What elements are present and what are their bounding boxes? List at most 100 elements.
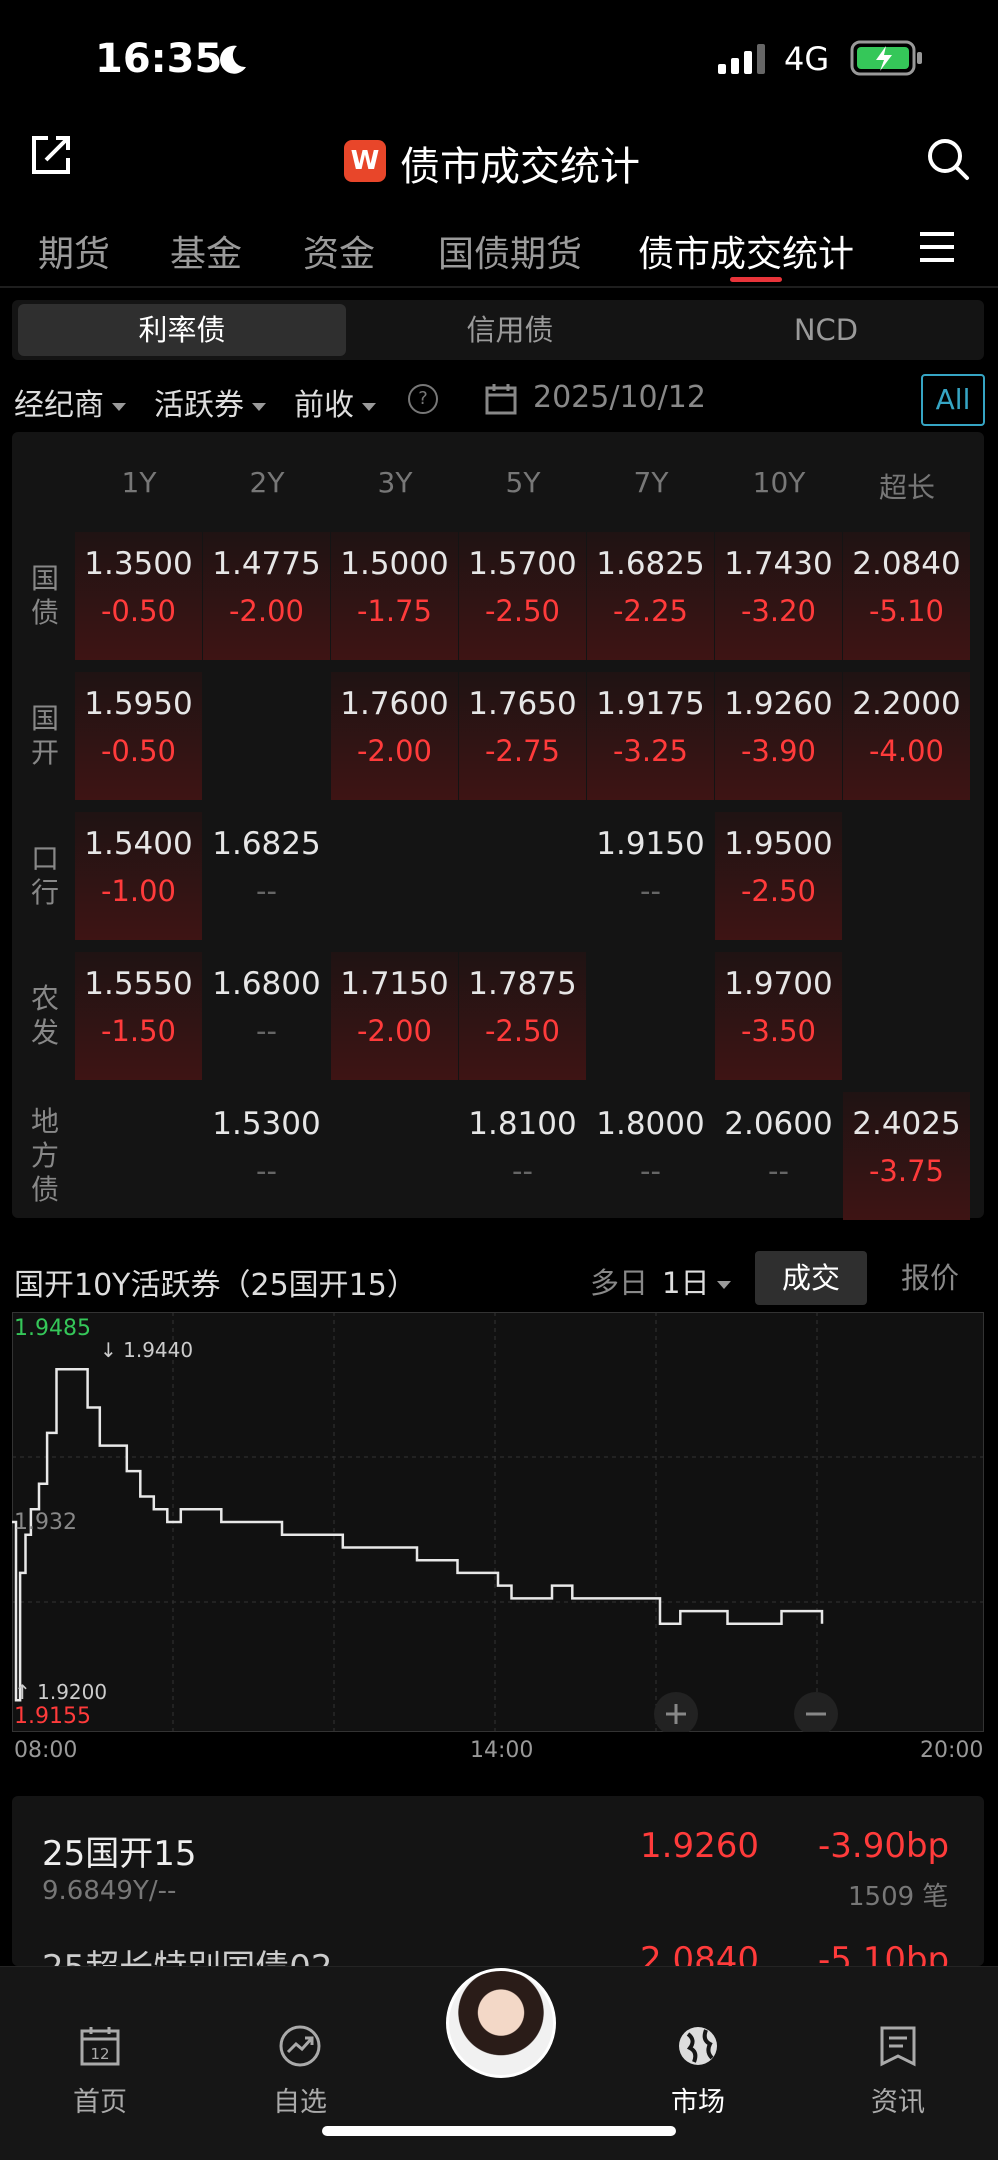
deal-toggle[interactable]: 成交 <box>755 1251 867 1305</box>
share-icon[interactable] <box>30 132 74 176</box>
yield-cell <box>331 812 458 940</box>
active-tab-indicator <box>730 277 782 282</box>
intraday-chart[interactable] <box>12 1312 984 1732</box>
yield-cell[interactable]: 1.5400 -1.00 <box>75 812 202 940</box>
tab-futures[interactable]: 期货 <box>38 225 110 277</box>
active-bond-dropdown[interactable]: 活跃券 <box>154 380 266 424</box>
yield-value: 1.9700 <box>724 966 833 1002</box>
yield-change: -5.10 <box>868 594 945 628</box>
yield-cell[interactable]: 1.7430 -3.20 <box>715 532 842 660</box>
column-header: 5Y <box>505 466 541 499</box>
search-icon[interactable] <box>925 136 971 182</box>
yield-cell <box>587 952 714 1080</box>
yield-cell[interactable]: 1.5300 -- <box>203 1092 330 1220</box>
yield-cell[interactable]: 1.7600 -2.00 <box>331 672 458 800</box>
y-mid-label: 1.932 <box>14 1510 77 1535</box>
yield-cell[interactable]: 1.6800 -- <box>203 952 330 1080</box>
yield-cell[interactable]: 2.2000 -4.00 <box>843 672 970 800</box>
yield-cell[interactable]: 1.8100 -- <box>459 1092 586 1220</box>
yield-change: -2.25 <box>612 594 689 628</box>
yield-change: -2.50 <box>484 594 561 628</box>
quote-name: 25国开15 <box>42 1834 197 1874</box>
yield-value: 1.5300 <box>212 1106 321 1142</box>
yield-cell[interactable]: 1.9260 -3.90 <box>715 672 842 800</box>
yield-change: -2.00 <box>356 1014 433 1048</box>
broker-dropdown[interactable]: 经纪商 <box>14 380 126 424</box>
quote-toggle[interactable]: 报价 <box>880 1251 980 1305</box>
yield-value: 1.3500 <box>84 546 193 582</box>
yield-cell[interactable]: 1.7150 -2.00 <box>331 952 458 1080</box>
nav-market[interactable]: 市场 <box>628 2024 768 2119</box>
yield-cell <box>459 812 586 940</box>
signal-icon <box>718 44 765 74</box>
row-header: 国开 <box>30 702 59 769</box>
segment-ncd[interactable]: NCD <box>662 304 990 356</box>
yield-cell[interactable]: 2.0600 -- <box>715 1092 842 1220</box>
row-header: 农发 <box>30 982 59 1049</box>
calendar-icon[interactable] <box>484 382 518 416</box>
yield-change: -3.50 <box>740 1014 817 1048</box>
yield-change: -3.20 <box>740 594 817 628</box>
yield-value: 1.7875 <box>468 966 577 1002</box>
all-button[interactable]: All <box>921 374 985 426</box>
yield-cell[interactable]: 1.7875 -2.50 <box>459 952 586 1080</box>
tab-bond-stats[interactable]: 债市成交统计 <box>638 225 854 277</box>
page-title: 债市成交统计 <box>400 144 640 190</box>
yield-cell[interactable]: 1.5950 -0.50 <box>75 672 202 800</box>
yield-cell[interactable]: 1.4775 -2.00 <box>203 532 330 660</box>
yield-cell[interactable]: 1.9500 -2.50 <box>715 812 842 940</box>
yield-cell[interactable]: 1.9150 -- <box>587 812 714 940</box>
yield-value: 2.0840 <box>852 546 961 582</box>
yield-cell[interactable]: 1.8000 -- <box>587 1092 714 1220</box>
multi-day-toggle[interactable]: 多日 <box>590 1260 648 1302</box>
yield-value: 1.5700 <box>468 546 577 582</box>
prev-close-dropdown[interactable]: 前收 <box>294 380 376 424</box>
date-picker[interactable]: 2025/10/12 <box>533 380 706 415</box>
yield-value: 1.6825 <box>212 826 321 862</box>
yield-cell <box>203 672 330 800</box>
nav-watchlist[interactable]: 自选 <box>230 2024 370 2119</box>
yield-cell[interactable]: 1.5700 -2.50 <box>459 532 586 660</box>
one-day-dropdown[interactable]: 1日 <box>662 1260 732 1302</box>
x-tick-0: 08:00 <box>14 1738 78 1763</box>
quote-price: 1.9260 <box>640 1826 759 1866</box>
yield-value: 1.5400 <box>84 826 193 862</box>
yield-cell[interactable]: 1.6825 -- <box>203 812 330 940</box>
y-min-label: 1.9155 <box>14 1704 91 1729</box>
help-icon[interactable]: ? <box>408 384 438 414</box>
nav-news[interactable]: 资讯 <box>828 2024 968 2119</box>
x-tick-1: 14:00 <box>470 1738 534 1763</box>
column-header: 10Y <box>752 466 806 499</box>
divider <box>0 286 998 288</box>
yield-value: 1.9150 <box>596 826 705 862</box>
yield-value: 1.5550 <box>84 966 193 1002</box>
tab-treasury-futures[interactable]: 国债期货 <box>438 225 582 277</box>
app-logo: W <box>344 140 386 182</box>
quote-change: -3.90bp <box>818 1826 950 1866</box>
yield-cell[interactable]: 1.7650 -2.75 <box>459 672 586 800</box>
row-header: 口行 <box>30 842 59 909</box>
yield-cell[interactable]: 1.9700 -3.50 <box>715 952 842 1080</box>
yield-cell[interactable]: 1.9175 -3.25 <box>587 672 714 800</box>
yield-cell[interactable]: 1.5000 -1.75 <box>331 532 458 660</box>
yield-cell[interactable]: 2.0840 -5.10 <box>843 532 970 660</box>
assistant-avatar[interactable] <box>446 1968 556 2078</box>
yield-value: 1.5950 <box>84 686 193 722</box>
segment-credit-bond[interactable]: 信用债 <box>346 304 674 356</box>
yield-cell[interactable]: 1.3500 -0.50 <box>75 532 202 660</box>
yield-value: 2.2000 <box>852 686 961 722</box>
yield-cell[interactable]: 1.6825 -2.25 <box>587 532 714 660</box>
yield-value: 2.0600 <box>724 1106 833 1142</box>
segment-rate-bond[interactable]: 利率债 <box>18 304 346 356</box>
tab-funds[interactable]: 基金 <box>170 225 242 277</box>
home-indicator <box>322 2126 676 2136</box>
yield-cell[interactable]: 2.4025 -3.75 <box>843 1092 970 1220</box>
menu-icon[interactable] <box>920 230 956 264</box>
y-max-label: 1.9485 <box>14 1316 91 1341</box>
tab-capital[interactable]: 资金 <box>303 225 375 277</box>
column-header: 2Y <box>249 466 285 499</box>
nav-home[interactable]: 12 首页 <box>30 2024 170 2119</box>
yield-change: -2.75 <box>484 734 561 768</box>
yield-value: 1.5000 <box>340 546 449 582</box>
yield-cell[interactable]: 1.5550 -1.50 <box>75 952 202 1080</box>
